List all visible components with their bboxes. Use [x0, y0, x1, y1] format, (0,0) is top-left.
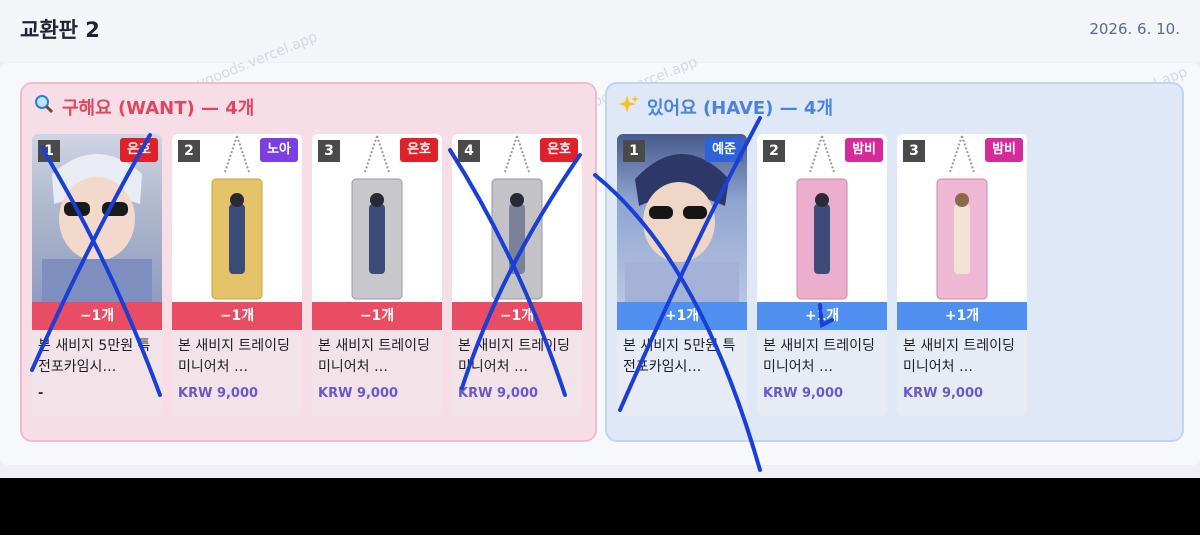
item-number: 1: [623, 140, 645, 162]
item-number: 3: [318, 140, 340, 162]
item-number: 2: [178, 140, 200, 162]
item-price: KRW 9,000: [458, 386, 539, 401]
item-name: 본 새비지 트레이딩미니어처 …: [318, 338, 430, 375]
have-title-text: 있어요 (HAVE) — 4개: [647, 98, 834, 119]
have-item-3[interactable]: 3 밤비 +1개 본 새비지 트레이딩미니어처 … KRW 9,000: [897, 134, 1027, 416]
item-number: 1: [38, 140, 60, 162]
item-number: 2: [763, 140, 785, 162]
item-price: KRW 9,000: [903, 386, 984, 401]
item-name: 본 새비지 5만원 특전포카임시…: [38, 338, 151, 375]
exchange-board-screen: 교환판 2 2026. 6. 10. mygoods.vercel.app my…: [0, 0, 1200, 478]
want-panel: 구해요 (WANT) — 4개 1 은호 −1개 본 새비지 5만원 특전포카임…: [20, 82, 597, 442]
magnifier-icon: [34, 94, 56, 119]
have-panel: 있어요 (HAVE) — 4개 1 예준 +1개 본 새비지 5만원 특전포카임…: [605, 82, 1184, 442]
have-panel-title: 있어요 (HAVE) — 4개: [618, 94, 834, 120]
want-item-1[interactable]: 1 은호 −1개 본 새비지 5만원 특전포카임시… -: [32, 134, 162, 416]
have-item-2[interactable]: 2 밤비 +1개 본 새비지 트레이딩미니어처 … KRW 9,000: [757, 134, 887, 416]
item-number: 4: [458, 140, 480, 162]
item-name: 본 새비지 5만원 특전포카임시…: [623, 338, 736, 375]
quantity-badge: +1개: [757, 302, 887, 330]
page-title: 교환판 2: [20, 18, 100, 42]
member-tag: 노아: [260, 138, 298, 162]
item-number: 3: [903, 140, 925, 162]
item-price: -: [38, 386, 44, 401]
member-tag: 밤비: [985, 138, 1023, 162]
want-item-3[interactable]: 3 은호 −1개 본 새비지 트레이딩미니어처 … KRW 9,000: [312, 134, 442, 416]
want-title-text: 구해요 (WANT) — 4개: [62, 98, 255, 119]
quantity-badge: −1개: [172, 302, 302, 330]
item-name: 본 새비지 트레이딩미니어처 …: [458, 338, 570, 375]
sparkles-icon: [618, 94, 641, 119]
header: 교환판 2 2026. 6. 10.: [0, 0, 1200, 62]
member-tag: 밤비: [845, 138, 883, 162]
date-label: 2026. 6. 10.: [1089, 20, 1180, 38]
have-item-1[interactable]: 1 예준 +1개 본 새비지 5만원 특전포카임시…: [617, 134, 747, 416]
member-tag: 은호: [540, 138, 578, 162]
want-item-4[interactable]: 4 은호 −1개 본 새비지 트레이딩미니어처 … KRW 9,000: [452, 134, 582, 416]
want-item-2[interactable]: 2 노아 −1개 본 새비지 트레이딩미니어처 … KRW 9,000: [172, 134, 302, 416]
member-tag: 은호: [120, 138, 158, 162]
item-price: KRW 9,000: [763, 386, 844, 401]
item-name: 본 새비지 트레이딩미니어처 …: [178, 338, 290, 375]
member-tag: 은호: [400, 138, 438, 162]
item-name: 본 새비지 트레이딩미니어처 …: [763, 338, 875, 375]
item-price: KRW 9,000: [178, 386, 259, 401]
member-tag: 예준: [705, 138, 743, 162]
item-name: 본 새비지 트레이딩미니어처 …: [903, 338, 1015, 375]
quantity-badge: +1개: [897, 302, 1027, 330]
quantity-badge: −1개: [452, 302, 582, 330]
quantity-badge: +1개: [617, 302, 747, 330]
quantity-badge: −1개: [32, 302, 162, 330]
want-panel-title: 구해요 (WANT) — 4개: [34, 94, 254, 120]
item-price: KRW 9,000: [318, 386, 399, 401]
quantity-badge: −1개: [312, 302, 442, 330]
